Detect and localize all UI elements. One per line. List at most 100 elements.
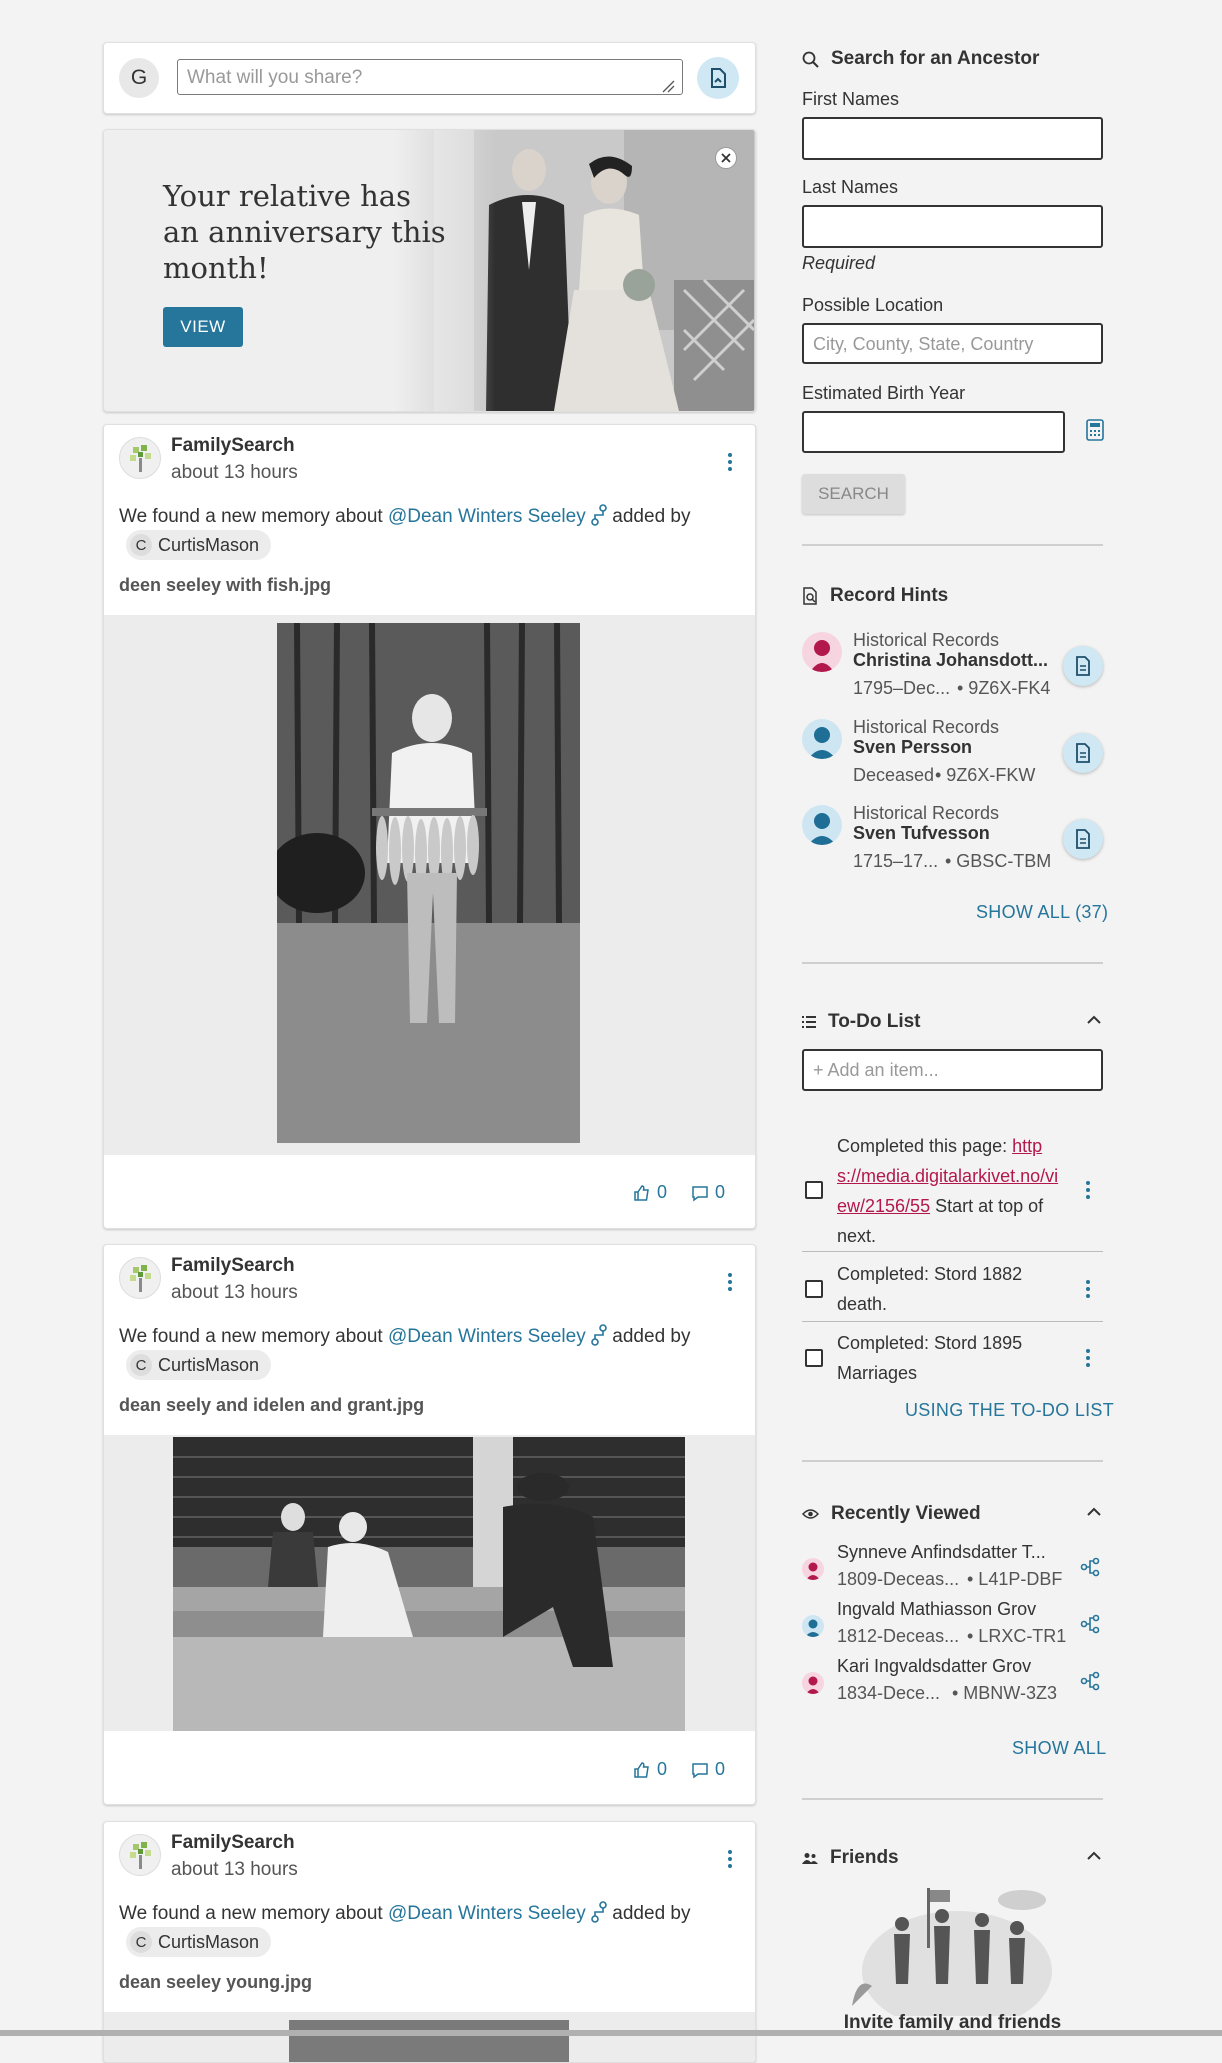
friends-title: Friends — [802, 1847, 899, 1869]
view-tree-button[interactable] — [1080, 1557, 1100, 1582]
collapse-friends-button[interactable] — [1086, 1848, 1102, 1866]
tree-view-icon — [1080, 1614, 1100, 1634]
recent-person-name[interactable]: Synneve Anfindsdatter T... — [837, 1542, 1046, 1563]
record-document-icon — [1076, 656, 1090, 676]
location-label: Possible Location — [802, 295, 944, 315]
todo-item-menu-button[interactable] — [1073, 1175, 1103, 1205]
person-link[interactable]: @Dean Winters Seeley — [388, 506, 586, 527]
chevron-up-icon — [1087, 1851, 1101, 1860]
todo-item-text: Completed this page: http s://media.digit… — [837, 1136, 1059, 1246]
view-anniversary-button[interactable]: VIEW — [163, 307, 243, 347]
last-names-input[interactable] — [802, 205, 1103, 248]
post-text: We found a new memory about @Dean Winter… — [119, 1324, 691, 1347]
todo-item-menu-button[interactable] — [1073, 1274, 1103, 1304]
recent-person-name[interactable]: Ingvald Mathiasson Grov — [837, 1599, 1036, 1620]
birth-year-label: Estimated Birth Year — [802, 383, 966, 403]
show-all-recent-link[interactable]: SHOW ALL — [1012, 1738, 1106, 1759]
memory-photo-area[interactable] — [104, 2012, 755, 2062]
user-avatar[interactable]: G — [119, 58, 159, 98]
view-record-hint-button[interactable] — [1063, 646, 1103, 686]
comment-button[interactable]: 0 — [691, 1759, 725, 1780]
collapse-todo-button[interactable] — [1086, 1012, 1102, 1030]
recent-person-pid: • L41P-DBF — [967, 1569, 1063, 1589]
more-vertical-icon — [728, 1850, 732, 1868]
first-names-input[interactable] — [802, 117, 1103, 160]
todo-title: To-Do List — [802, 1011, 921, 1033]
share-input[interactable]: What will you share? — [177, 59, 683, 95]
memory-filename[interactable]: dean seely and idelen and grant.jpg — [119, 1395, 424, 1416]
post-menu-button[interactable] — [715, 1844, 745, 1874]
post-text: We found a new memory about @Dean Winter… — [119, 504, 691, 527]
calendar-button[interactable] — [1086, 419, 1104, 446]
familysearch-avatar — [119, 1834, 161, 1876]
todo-checkbox[interactable] — [805, 1280, 823, 1298]
comment-button[interactable]: 0 — [691, 1182, 725, 1203]
memory-photo — [289, 2020, 569, 2062]
memory-filename[interactable]: deen seeley with fish.jpg — [119, 575, 331, 596]
hint-person-name[interactable]: Sven Tufvesson — [853, 823, 1053, 844]
record-hint-item[interactable]: Historical Records Christina Johansdott.… — [802, 628, 1103, 704]
female-person-icon — [802, 1672, 824, 1694]
post-menu-button[interactable] — [715, 447, 745, 477]
todo-item-text: Completed: Stord 1895 Marriages — [837, 1333, 1023, 1383]
share-memory-button[interactable] — [697, 57, 739, 99]
horizontal-scrollbar[interactable] — [0, 2030, 1222, 2036]
divider — [802, 1321, 1103, 1322]
collapse-recently-viewed-button[interactable] — [1086, 1504, 1102, 1522]
post-menu-button[interactable] — [715, 1267, 745, 1297]
chevron-up-icon — [1087, 1507, 1101, 1516]
close-banner-button[interactable] — [715, 147, 737, 169]
hint-person-name[interactable]: Sven Persson — [853, 737, 1053, 758]
required-note: Required — [802, 253, 876, 273]
todo-checkbox[interactable] — [805, 1181, 823, 1199]
add-todo-input[interactable]: + Add an item... — [802, 1049, 1103, 1091]
todo-checkbox[interactable] — [805, 1349, 823, 1367]
recent-person-name[interactable]: Kari Ingvaldsdatter Grov — [837, 1656, 1031, 1677]
friends-illustration — [852, 1888, 1052, 2016]
search-button[interactable]: SEARCH — [802, 474, 905, 514]
thumbs-up-icon — [634, 1184, 649, 1201]
view-record-hint-button[interactable] — [1063, 819, 1103, 859]
post-author[interactable]: FamilySearch — [171, 435, 295, 457]
more-vertical-icon — [1086, 1181, 1090, 1199]
birth-year-input[interactable] — [802, 411, 1065, 453]
user-initial-avatar: C — [130, 1354, 152, 1376]
memory-filename[interactable]: dean seeley young.jpg — [119, 1972, 312, 1993]
chevron-up-icon — [1087, 1015, 1101, 1024]
record-hint-item[interactable]: Historical Records Sven Persson Deceased… — [802, 715, 1103, 791]
memory-photo-area[interactable] — [104, 1435, 755, 1731]
user-chip[interactable]: C CurtisMason — [126, 530, 272, 560]
user-chip[interactable]: C CurtisMason — [126, 1927, 272, 1957]
search-person-icon — [802, 51, 819, 68]
more-vertical-icon — [728, 1273, 732, 1291]
recent-person-item[interactable]: Kari Ingvaldsdatter Grov 1834-Dece... • … — [802, 1656, 1103, 1708]
person-link[interactable]: @Dean Winters Seeley — [388, 1326, 586, 1347]
recent-person-item[interactable]: Ingvald Mathiasson Grov 1812-Deceas... •… — [802, 1599, 1103, 1651]
using-todo-list-link[interactable]: USING THE TO-DO LIST — [905, 1400, 1114, 1421]
person-link[interactable]: @Dean Winters Seeley — [388, 1903, 586, 1924]
user-name: CurtisMason — [158, 1931, 260, 1952]
familysearch-avatar — [119, 1257, 161, 1299]
user-initial-avatar: C — [130, 1931, 152, 1953]
user-chip[interactable]: C CurtisMason — [126, 1350, 272, 1380]
view-tree-button[interactable] — [1080, 1614, 1100, 1639]
like-button[interactable]: 0 — [633, 1182, 667, 1203]
hint-type: Historical Records — [853, 717, 1000, 737]
hint-person-name[interactable]: Christina Johansdott... — [853, 650, 1053, 671]
family-tree-icon — [130, 1265, 151, 1292]
location-input[interactable]: City, County, State, Country — [802, 323, 1103, 364]
hint-pid: • 9Z6X-FKW — [935, 765, 1036, 785]
document-image-icon — [711, 68, 726, 88]
record-hint-item[interactable]: Historical Records Sven Tufvesson 1715–1… — [802, 801, 1103, 877]
post-author[interactable]: FamilySearch — [171, 1832, 295, 1854]
todo-item: Completed: Stord 1895 Marriages — [802, 1328, 1103, 1388]
recent-person-item[interactable]: Synneve Anfindsdatter T... 1809-Deceas..… — [802, 1542, 1103, 1594]
view-record-hint-button[interactable] — [1063, 733, 1103, 773]
memory-photo-area[interactable] — [104, 615, 755, 1155]
post-author[interactable]: FamilySearch — [171, 1255, 295, 1277]
view-tree-button[interactable] — [1080, 1671, 1100, 1696]
like-button[interactable]: 0 — [633, 1759, 667, 1780]
female-person-icon — [802, 632, 842, 672]
show-all-hints-link[interactable]: SHOW ALL (37) — [976, 902, 1108, 923]
todo-item-menu-button[interactable] — [1073, 1343, 1103, 1373]
